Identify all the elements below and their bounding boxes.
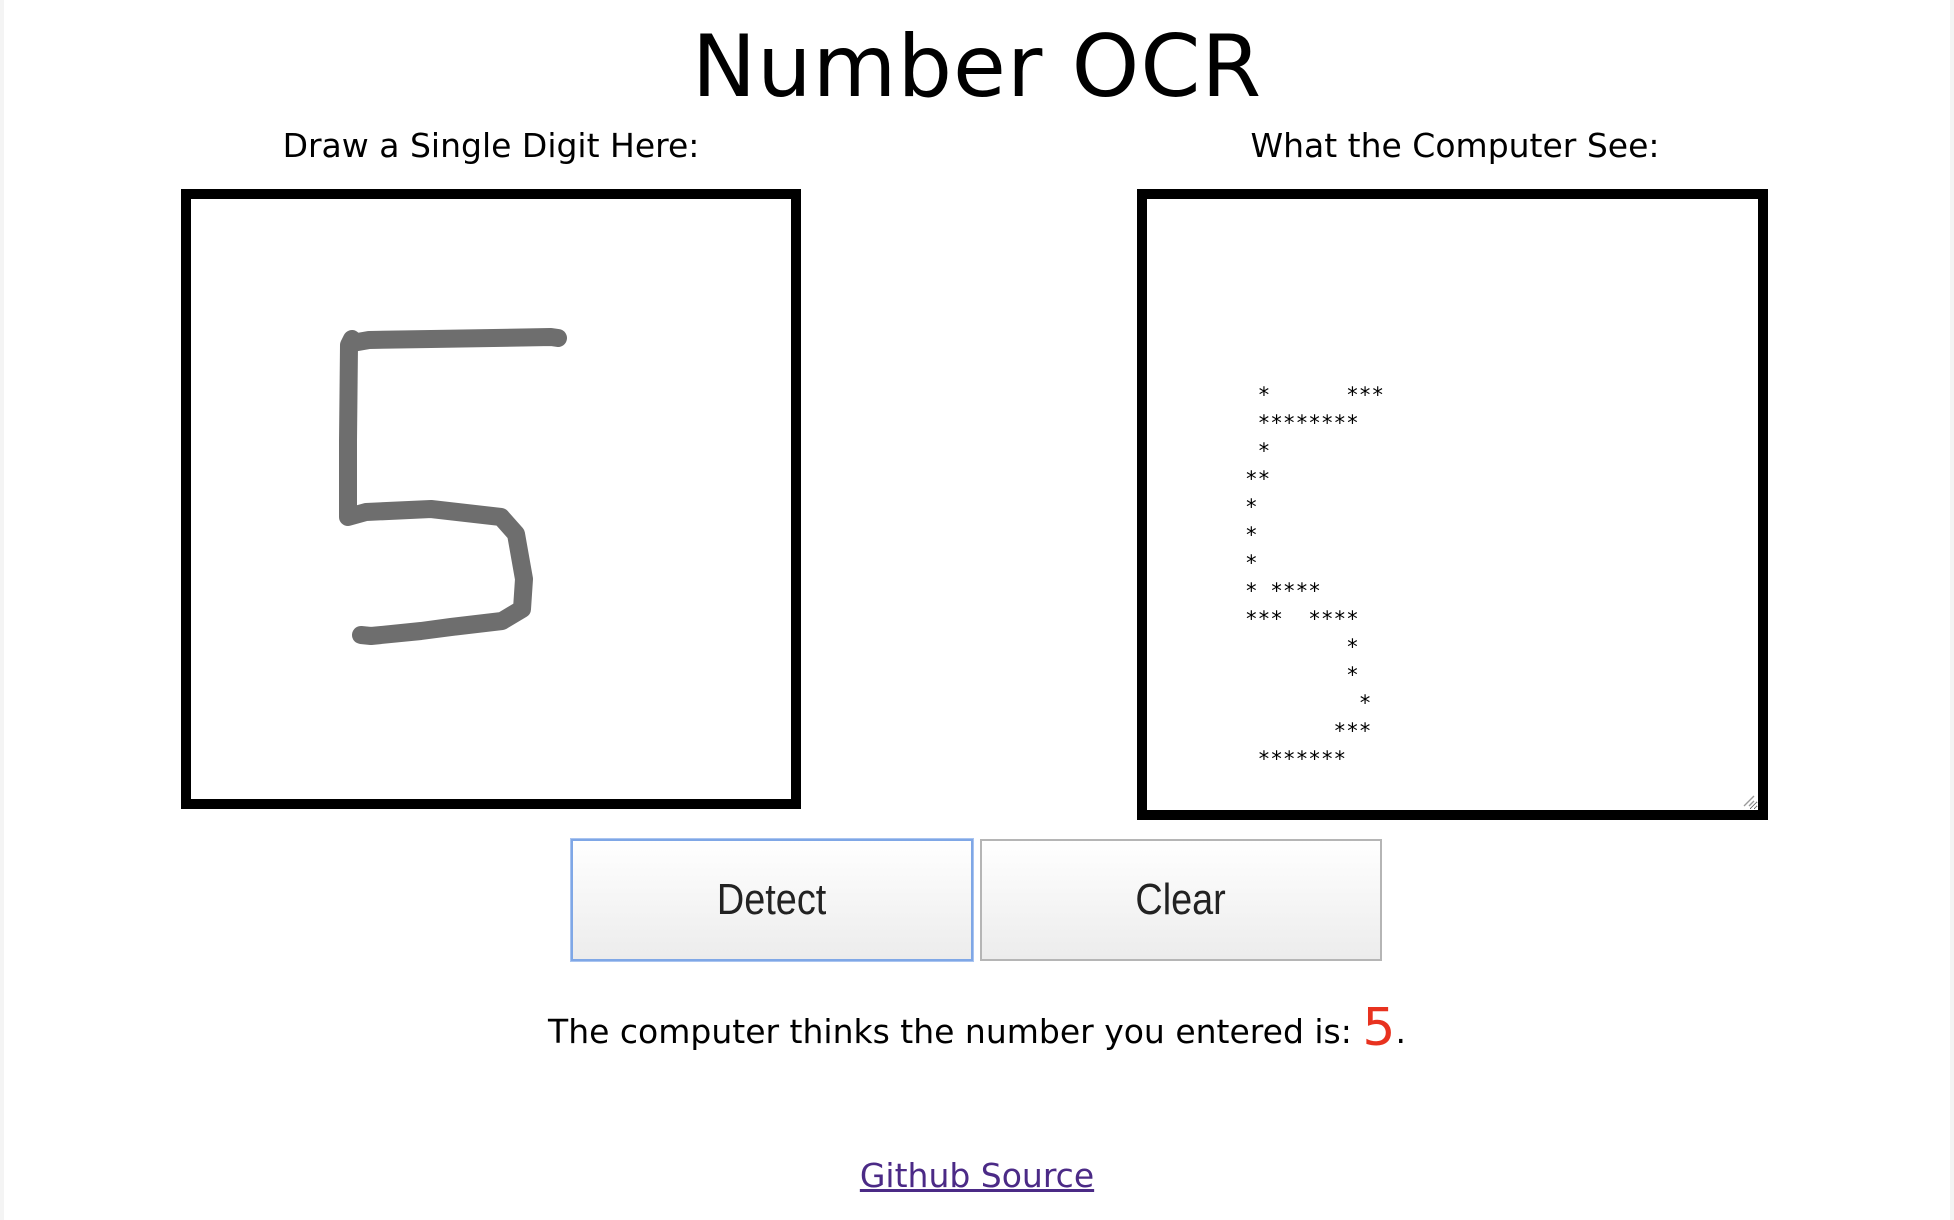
detect-button-label: Detect — [717, 875, 827, 924]
footer: Github Source — [0, 1153, 1954, 1199]
clear-button[interactable]: Clear — [980, 839, 1382, 961]
draw-panel-label: Draw a Single Digit Here: — [282, 126, 700, 165]
result-number: 5 — [1362, 998, 1396, 1058]
ascii-output-textarea[interactable]: * *** ******** * ** * * * * **** *** ***… — [1137, 189, 1768, 820]
result-prefix: The computer thinks the number you enter… — [548, 1012, 1363, 1051]
result-text: The computer thinks the number you enter… — [0, 994, 1954, 1066]
detect-button[interactable]: Detect — [571, 839, 973, 961]
output-panel-label: What the Computer See: — [1250, 126, 1660, 165]
clear-button-label: Clear — [1135, 875, 1227, 924]
resize-grip-icon[interactable] — [1740, 792, 1756, 808]
github-source-link[interactable]: Github Source — [860, 1156, 1094, 1195]
result-suffix: . — [1395, 1012, 1406, 1051]
page-title: Number OCR — [691, 17, 1263, 117]
drawn-digit-stroke — [339, 328, 567, 645]
drawing-canvas[interactable] — [181, 189, 801, 809]
ascii-art-text: * *** ******** * ** * * * * **** *** ***… — [1245, 383, 1385, 771]
